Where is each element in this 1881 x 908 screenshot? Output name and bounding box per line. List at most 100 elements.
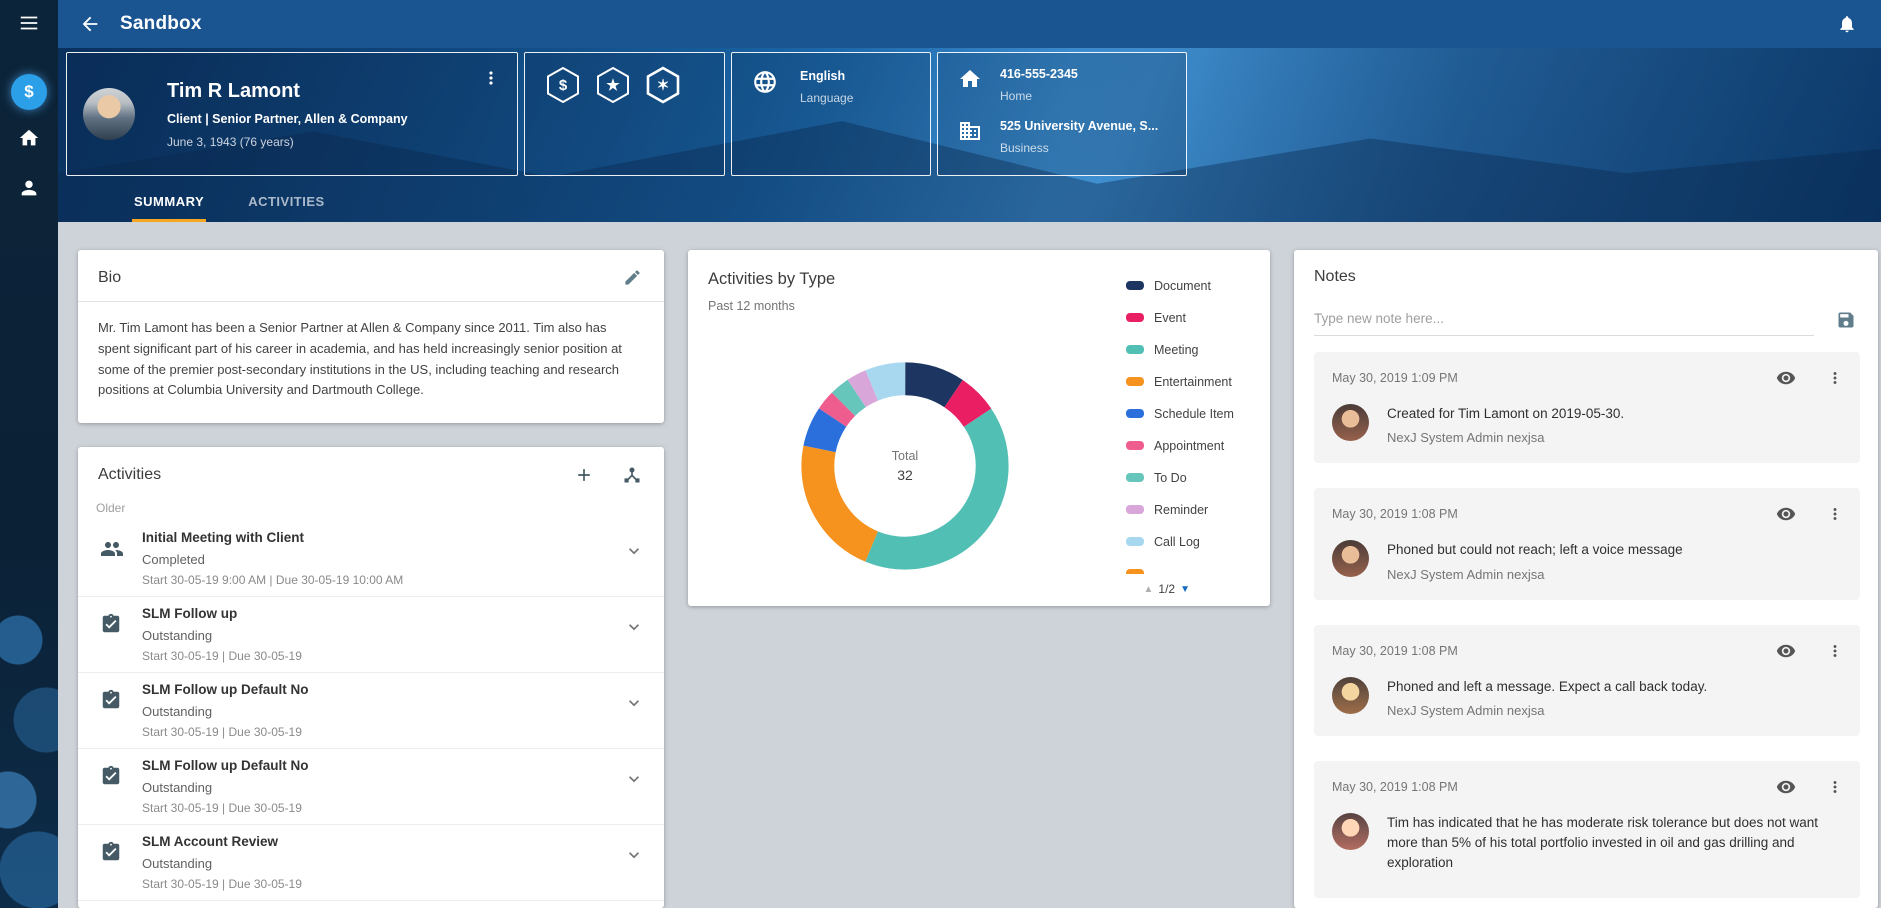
phone-number[interactable]: 416-555-2345 bbox=[1000, 67, 1078, 81]
note-item: May 30, 2019 1:08 PM Phoned and left a m… bbox=[1314, 625, 1860, 736]
legend-item-clipped bbox=[1126, 560, 1262, 574]
star-badge-icon[interactable]: ★ bbox=[593, 65, 633, 105]
dollar-badge-icon[interactable]: $ bbox=[543, 65, 583, 105]
activity-row[interactable]: SLM Follow up Default No Outstanding Sta… bbox=[78, 673, 664, 749]
view-note-button[interactable] bbox=[1776, 368, 1796, 388]
activity-status: Outstanding bbox=[142, 856, 608, 871]
legend-swatch bbox=[1126, 377, 1144, 386]
contact-name: Tim R Lamont bbox=[167, 80, 408, 103]
legend-label: Meeting bbox=[1154, 343, 1198, 357]
tab-activities[interactable]: ACTIVITIES bbox=[246, 194, 327, 222]
legend-item: Document bbox=[1126, 272, 1262, 299]
hierarchy-view-button[interactable] bbox=[622, 465, 642, 485]
legend-swatch bbox=[1126, 281, 1144, 290]
activity-row[interactable]: Initial Meeting with Client Completed St… bbox=[78, 521, 664, 597]
eye-icon bbox=[1776, 504, 1796, 524]
seal-badge-icon[interactable]: ✶ bbox=[643, 65, 683, 105]
edit-bio-button[interactable] bbox=[623, 268, 642, 287]
new-note-input[interactable] bbox=[1314, 304, 1814, 336]
note-menu-button[interactable] bbox=[1826, 369, 1844, 387]
add-activity-button[interactable] bbox=[574, 465, 594, 485]
kebab-icon bbox=[1826, 369, 1844, 387]
legend-label: Entertainment bbox=[1154, 375, 1232, 389]
legend-label: To Do bbox=[1154, 471, 1187, 485]
note-timestamp: May 30, 2019 1:08 PM bbox=[1332, 507, 1458, 521]
profile-card: Tim R Lamont Client | Senior Partner, Al… bbox=[66, 52, 518, 176]
home-icon bbox=[958, 67, 982, 91]
activity-dates: Start 30-05-19 | Due 30-05-19 bbox=[142, 725, 608, 739]
language-card: English Language bbox=[731, 52, 931, 176]
view-note-button[interactable] bbox=[1776, 777, 1796, 797]
address-value[interactable]: 525 University Avenue, S... bbox=[1000, 119, 1158, 133]
legend-list: Document Event Meeting Entertainment Sch… bbox=[1126, 272, 1262, 555]
activity-status: Outstanding bbox=[142, 704, 608, 719]
pencil-icon bbox=[623, 268, 642, 287]
note-menu-button[interactable] bbox=[1826, 505, 1844, 523]
sidebar: $ bbox=[0, 0, 58, 908]
activity-title: SLM Follow up Default No bbox=[142, 682, 608, 697]
activities-group-label: Older bbox=[78, 499, 664, 521]
notes-list: May 30, 2019 1:09 PM Created for Tim Lam… bbox=[1294, 336, 1878, 898]
home-button[interactable] bbox=[0, 116, 58, 160]
bio-text: Mr. Tim Lamont has been a Senior Partner… bbox=[78, 302, 664, 423]
legend-page-up-icon[interactable]: ▲ bbox=[1144, 584, 1154, 595]
phone-label: Home bbox=[1000, 89, 1078, 103]
note-menu-button[interactable] bbox=[1826, 642, 1844, 660]
finance-shortcut-button[interactable]: $ bbox=[11, 74, 47, 110]
kebab-icon bbox=[1826, 642, 1844, 660]
save-icon bbox=[1836, 310, 1856, 330]
profile-button[interactable] bbox=[0, 166, 58, 210]
activity-row[interactable]: SLM Follow up Outstanding Start 30-05-19… bbox=[78, 597, 664, 673]
menu-button[interactable] bbox=[18, 12, 40, 37]
legend-label: Reminder bbox=[1154, 503, 1208, 517]
donut-chart: Total 32 bbox=[790, 351, 1020, 581]
view-note-button[interactable] bbox=[1776, 641, 1796, 661]
kebab-icon bbox=[481, 68, 501, 88]
chevron-down-icon[interactable] bbox=[624, 541, 644, 566]
avatar bbox=[1332, 677, 1369, 714]
bio-card: Bio Mr. Tim Lamont has been a Senior Par… bbox=[78, 250, 664, 423]
note-author: NexJ System Admin nexjsa bbox=[1387, 567, 1683, 582]
chevron-down-icon[interactable] bbox=[624, 845, 644, 870]
activity-row[interactable]: SLM Account Review Outstanding Start 30-… bbox=[78, 825, 664, 901]
avatar bbox=[83, 88, 135, 140]
building-icon bbox=[958, 119, 982, 143]
eye-icon bbox=[1776, 641, 1796, 661]
eye-icon bbox=[1776, 368, 1796, 388]
notes-title: Notes bbox=[1314, 268, 1356, 286]
bio-title: Bio bbox=[98, 269, 121, 287]
legend-swatch bbox=[1126, 409, 1144, 418]
chevron-down-icon[interactable] bbox=[624, 617, 644, 642]
legend-swatch bbox=[1126, 441, 1144, 450]
home-icon bbox=[18, 127, 40, 149]
donut-total-value: 32 bbox=[897, 467, 913, 483]
note-item: May 30, 2019 1:08 PM Tim has indicated t… bbox=[1314, 761, 1860, 898]
language-label: Language bbox=[800, 91, 853, 105]
save-note-button[interactable] bbox=[1836, 310, 1856, 330]
activity-status: Outstanding bbox=[142, 780, 608, 795]
view-note-button[interactable] bbox=[1776, 504, 1796, 524]
badges-card: $ ★ ✶ bbox=[524, 52, 725, 176]
task-icon bbox=[100, 765, 122, 787]
kebab-icon bbox=[1826, 778, 1844, 796]
avatar bbox=[1332, 404, 1369, 441]
notifications-button[interactable] bbox=[1827, 4, 1867, 44]
chevron-down-icon[interactable] bbox=[624, 769, 644, 794]
legend-swatch bbox=[1126, 537, 1144, 546]
task-icon bbox=[100, 689, 122, 711]
legend-swatch bbox=[1126, 345, 1144, 354]
activity-row[interactable]: SLM Follow up Default No Outstanding Sta… bbox=[78, 749, 664, 825]
tab-summary[interactable]: SUMMARY bbox=[132, 194, 206, 222]
note-menu-button[interactable] bbox=[1826, 778, 1844, 796]
back-button[interactable] bbox=[66, 0, 114, 48]
chevron-down-icon[interactable] bbox=[624, 693, 644, 718]
donut-center-label: Total bbox=[892, 449, 918, 463]
legend-page-down-icon[interactable]: ▼ bbox=[1180, 584, 1190, 595]
eye-icon bbox=[1776, 777, 1796, 797]
note-text: Created for Tim Lamont on 2019-05-30. bbox=[1387, 404, 1624, 424]
legend-item: Schedule Item bbox=[1126, 400, 1262, 427]
profile-menu-button[interactable] bbox=[479, 67, 503, 91]
avatar bbox=[1332, 540, 1369, 577]
task-icon bbox=[100, 613, 122, 635]
legend-item: Appointment bbox=[1126, 432, 1262, 459]
